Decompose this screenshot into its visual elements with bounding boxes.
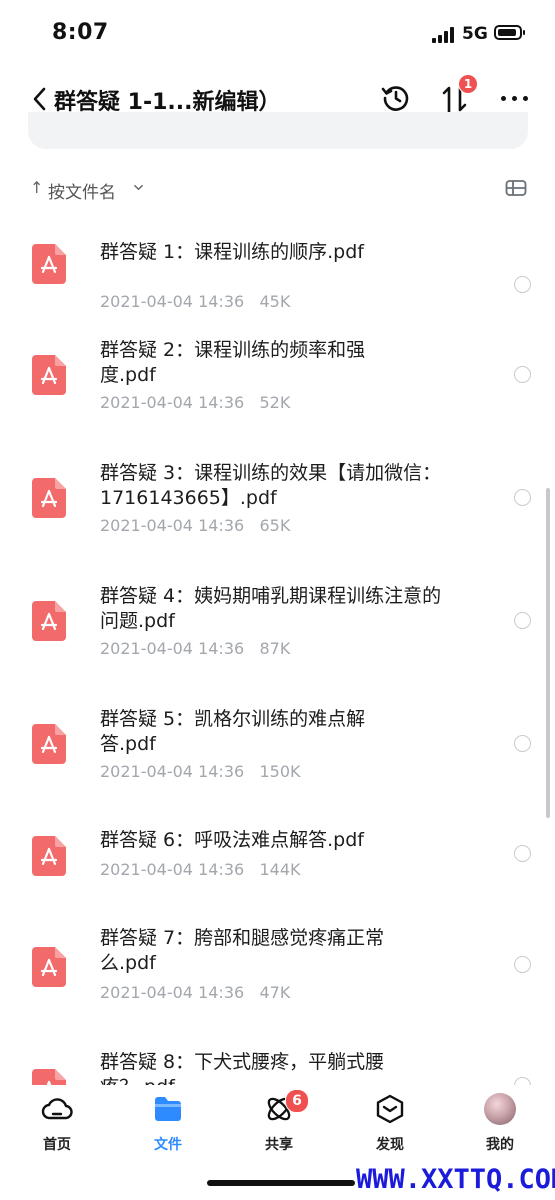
list-item[interactable]: 群答疑 2：课程训练的频率和强度.pdf 2021-04-04 14:36 52…: [0, 330, 555, 430]
transfer-badge: 1: [458, 74, 478, 94]
tab-label: 首页: [43, 1137, 71, 1153]
file-size: 52K: [259, 393, 291, 412]
cube-icon: [376, 1094, 404, 1124]
list-item[interactable]: 群答疑 4：姨妈期哺乳期课程训练注意的问题.pdf 2021-04-04 14:…: [0, 576, 555, 676]
select-radio[interactable]: [514, 956, 531, 973]
pdf-file-icon: [32, 836, 66, 876]
tab-label: 文件: [154, 1137, 182, 1153]
avatar: [484, 1093, 516, 1125]
history-button[interactable]: [380, 82, 412, 114]
select-radio[interactable]: [514, 612, 531, 629]
file-date: 2021-04-04 14:36: [100, 983, 245, 1002]
file-meta: 2021-04-04 14:36 144K: [100, 860, 300, 879]
scrollbar[interactable]: [546, 488, 550, 818]
file-meta: 2021-04-04 14:36 65K: [100, 516, 290, 535]
file-meta: 2021-04-04 14:36 52K: [100, 393, 290, 412]
list-item[interactable]: 群答疑 3：课程训练的效果【请加微信：1716143665】.pdf 2021-…: [0, 453, 555, 553]
file-meta: 2021-04-04 14:36 47K: [100, 983, 290, 1002]
file-name: 群答疑 5：凯格尔训练的难点解答.pdf: [100, 708, 366, 755]
file-size: 150K: [259, 762, 301, 781]
file-meta: 2021-04-04 14:36 150K: [100, 762, 300, 781]
sort-by-name[interactable]: 按文件名: [48, 178, 116, 203]
network-type: 5G: [462, 24, 488, 44]
tab-share[interactable]: 6 共享: [239, 1089, 319, 1155]
select-radio[interactable]: [514, 1077, 531, 1085]
file-list: 群答疑 1：课程训练的顺序.pdf 2021-04-04 14:36 45K 群…: [0, 210, 555, 1085]
share-badge: 6: [285, 1089, 309, 1113]
list-item[interactable]: 群答疑 5：凯格尔训练的难点解答.pdf 2021-04-04 14:36 15…: [0, 699, 555, 799]
tab-me[interactable]: 我的: [460, 1091, 540, 1155]
select-radio[interactable]: [514, 845, 531, 862]
file-date: 2021-04-04 14:36: [100, 639, 245, 658]
status-time: 8:07: [52, 20, 109, 45]
file-name: 群答疑 3：课程训练的效果【请加微信：1716143665】.pdf: [100, 462, 442, 509]
chevron-down-icon[interactable]: [134, 183, 143, 192]
back-button[interactable]: [28, 84, 52, 114]
file-meta: 2021-04-04 14:36 45K: [100, 292, 290, 311]
tab-label: 共享: [265, 1137, 293, 1153]
tab-discover[interactable]: 发现: [350, 1091, 430, 1155]
select-radio[interactable]: [514, 735, 531, 752]
pdf-file-icon: [32, 244, 66, 284]
file-size: 144K: [259, 860, 301, 879]
list-item[interactable]: 群答疑 6：呼吸法难点解答.pdf 2021-04-04 14:36 144K: [0, 822, 555, 902]
battery-icon: [494, 25, 525, 40]
pdf-file-icon: [32, 601, 66, 641]
view-mode-icon[interactable]: [505, 179, 527, 197]
sort-direction-icon[interactable]: ↑: [30, 178, 43, 197]
file-name: 群答疑 7：胯部和腿感觉疼痛正常么.pdf: [100, 927, 385, 974]
pdf-file-icon: [32, 478, 66, 518]
file-name: 群答疑 2：课程训练的频率和强度.pdf: [100, 339, 366, 386]
transfer-button[interactable]: 1: [440, 74, 478, 116]
file-name: 群答疑 4：姨妈期哺乳期课程训练注意的问题.pdf: [100, 585, 442, 632]
file-size: 45K: [259, 292, 291, 311]
more-button[interactable]: [500, 88, 530, 108]
file-date: 2021-04-04 14:36: [100, 860, 245, 879]
select-radio[interactable]: [514, 366, 531, 383]
file-size: 47K: [259, 983, 291, 1002]
file-date: 2021-04-04 14:36: [100, 292, 245, 311]
pdf-file-icon: [32, 355, 66, 395]
tab-files[interactable]: 文件: [128, 1091, 208, 1155]
tab-label: 发现: [376, 1137, 404, 1153]
search-input[interactable]: [28, 112, 528, 149]
more-dot-icon: [501, 96, 506, 101]
file-name: 群答疑 1：课程训练的顺序.pdf: [100, 241, 364, 263]
pdf-file-icon: [32, 724, 66, 764]
list-item[interactable]: 群答疑 1：课程训练的顺序.pdf 2021-04-04 14:36 45K: [0, 230, 555, 311]
more-dot-icon: [512, 96, 517, 101]
file-name: 群答疑 6：呼吸法难点解答.pdf: [100, 829, 364, 851]
list-item[interactable]: 群答疑 8：下犬式腰疼，平躺式腰疼？.pdf: [0, 1045, 555, 1085]
file-date: 2021-04-04 14:36: [100, 393, 245, 412]
more-dot-icon: [523, 96, 528, 101]
file-meta: 2021-04-04 14:36 87K: [100, 639, 290, 658]
chevron-left-icon: [33, 87, 46, 111]
watermark: WWW.XXTTQ.COM: [356, 1164, 555, 1195]
sort-bar: ↑ 按文件名: [0, 170, 555, 206]
select-radio[interactable]: [514, 276, 531, 293]
list-item[interactable]: 群答疑 7：胯部和腿感觉疼痛正常么.pdf 2021-04-04 14:36 4…: [0, 922, 555, 1022]
file-date: 2021-04-04 14:36: [100, 516, 245, 535]
history-icon: [381, 86, 409, 111]
pdf-file-icon: [32, 947, 66, 987]
cloud-icon: [41, 1098, 73, 1120]
folder-icon: [155, 1097, 181, 1121]
file-date: 2021-04-04 14:36: [100, 762, 245, 781]
select-radio[interactable]: [514, 489, 531, 506]
home-indicator: [207, 1180, 355, 1186]
tab-label: 我的: [486, 1137, 514, 1153]
file-size: 87K: [259, 639, 291, 658]
file-size: 65K: [259, 516, 291, 535]
pdf-file-icon: [32, 1069, 66, 1085]
status-bar: 8:07 5G: [0, 0, 555, 70]
signal-icon: [432, 27, 458, 43]
tab-home[interactable]: 首页: [17, 1091, 97, 1155]
file-name: 群答疑 8：下犬式腰疼，平躺式腰疼？.pdf: [100, 1051, 385, 1085]
